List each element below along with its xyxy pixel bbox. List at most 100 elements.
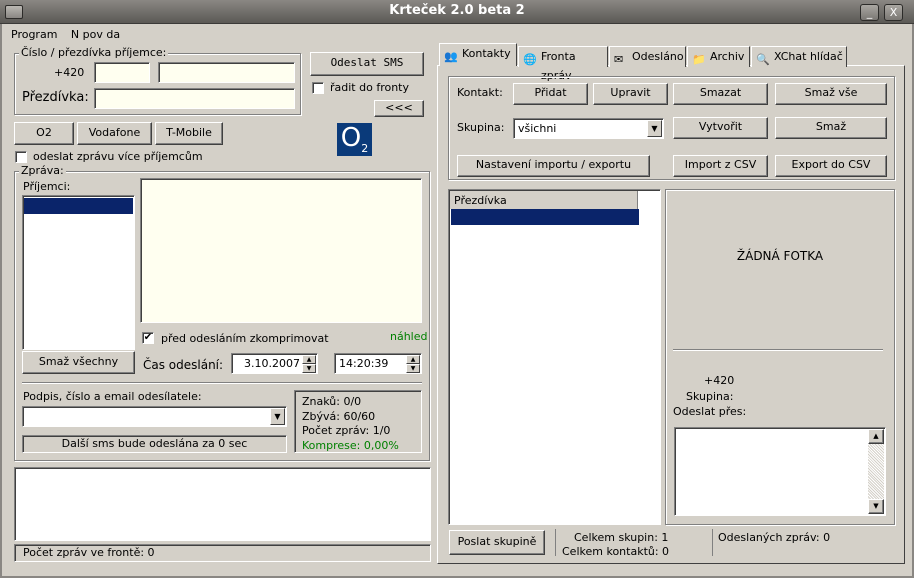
send-to-group-button[interactable]: Poslat skupině xyxy=(449,530,545,555)
remaining-count: Zbývá: 60/60 xyxy=(302,409,376,423)
app-icon[interactable] xyxy=(5,5,23,19)
nickname-input[interactable] xyxy=(94,88,295,109)
log-area[interactable] xyxy=(14,467,431,541)
close-button[interactable]: X xyxy=(884,4,903,21)
chars-count: Znaků: 0/0 xyxy=(302,395,362,408)
o2-logo: O2 xyxy=(337,123,372,156)
operator-o2-button[interactable]: O2 xyxy=(14,122,74,145)
scroll-down-icon[interactable]: ▼ xyxy=(868,499,884,514)
date-up-icon[interactable]: ▲ xyxy=(302,355,316,364)
divider xyxy=(22,382,422,384)
area-code-input[interactable] xyxy=(94,62,150,83)
list-item-selected[interactable] xyxy=(451,209,639,225)
collapse-button[interactable]: <<< xyxy=(374,100,424,117)
tab-archive[interactable]: 📁 Archiv xyxy=(687,46,750,67)
compression-ratio: Komprese: 0,00% xyxy=(302,438,399,452)
queue-checkbox[interactable] xyxy=(312,82,324,94)
time-picker[interactable]: 14:20:39 ▲ ▼ xyxy=(334,353,422,374)
add-contact-button[interactable]: Přidat xyxy=(513,83,588,105)
tab-label: XChat hlídač xyxy=(774,50,843,63)
tab-label: Kontakty xyxy=(462,47,511,60)
time-up-icon[interactable]: ▲ xyxy=(406,355,420,364)
edit-contact-button[interactable]: Upravit xyxy=(593,83,668,105)
minimize-button[interactable]: _ xyxy=(860,4,879,21)
send-sms-button[interactable]: Odeslat SMS xyxy=(310,52,424,76)
scrollbar[interactable]: ▲ ▼ xyxy=(868,429,884,514)
operator-tmobile-button[interactable]: T-Mobile xyxy=(155,122,223,145)
menu-help[interactable]: N pov da xyxy=(71,28,120,41)
status-divider xyxy=(555,529,556,556)
multi-recipient-checkbox[interactable] xyxy=(15,151,27,163)
sent-messages-count: Odeslaných zpráv: 0 xyxy=(718,531,831,544)
country-prefix: +420 xyxy=(54,66,85,79)
message-textarea[interactable] xyxy=(140,178,422,323)
stats-panel: Znaků: 0/0 Zbývá: 60/60 Počet zpráv: 1/0… xyxy=(294,390,422,453)
messages-count: Počet zpráv: 1/0 xyxy=(302,424,391,437)
signature-label: Podpis, číslo a email odesílatele: xyxy=(23,390,202,403)
clear-all-button[interactable]: Smaž všechny xyxy=(22,351,135,374)
window-title: Krteček 2.0 beta 2 xyxy=(389,3,525,18)
o2-logo-letter: O xyxy=(340,123,362,153)
message-legend: Zpráva: xyxy=(19,164,66,177)
next-sms-status: Další sms bude odeslána za 0 sec xyxy=(22,435,287,453)
menu-program[interactable]: Program xyxy=(11,28,57,41)
contact-label: Kontakt: xyxy=(457,86,503,99)
compress-label: před odesláním zkomprimovat xyxy=(161,332,329,345)
preview-link[interactable]: náhled xyxy=(390,330,428,343)
multi-recipient-label: odeslat zprávu více příjemcům xyxy=(33,150,203,163)
send-time-label: Čas odeslání: xyxy=(143,358,224,372)
export-csv-button[interactable]: Export do CSV xyxy=(775,155,887,177)
delete-contact-button[interactable]: Smazat xyxy=(673,83,768,105)
date-value: 3.10.2007 xyxy=(244,357,300,370)
detail-group-label: Skupina: xyxy=(686,390,734,403)
recipients-list[interactable] xyxy=(22,195,135,350)
time-down-icon[interactable]: ▼ xyxy=(406,364,420,373)
chevron-down-icon[interactable]: ▼ xyxy=(270,408,285,425)
delete-all-button[interactable]: Smaž vše xyxy=(775,83,887,105)
detail-prefix: +420 xyxy=(704,374,735,387)
phone-number-input[interactable] xyxy=(158,62,295,83)
group-dropdown[interactable]: všichni ▼ xyxy=(513,118,664,139)
o2-logo-sub: 2 xyxy=(361,142,369,155)
magnifier-icon: 🔍 xyxy=(756,53,770,66)
archive-icon: 📁 xyxy=(692,53,706,66)
status-divider xyxy=(712,529,713,556)
create-group-button[interactable]: Vytvořit xyxy=(673,117,768,139)
queue-status-bar: Počet zpráv ve frontě: 0 xyxy=(14,544,431,562)
list-header-nickname[interactable]: Přezdívka xyxy=(450,191,638,209)
recipients-label: Příjemci: xyxy=(23,180,71,193)
chevron-down-icon[interactable]: ▼ xyxy=(647,120,662,137)
tab-contacts[interactable]: 👥 Kontakty xyxy=(439,43,517,66)
queue-checkbox-label: řadit do fronty xyxy=(330,81,409,94)
group-value: všichni xyxy=(518,122,557,135)
nickname-label: Přezdívka: xyxy=(22,90,89,105)
tab-sent[interactable]: ✉ Odesláno xyxy=(609,46,686,67)
no-photo-text: ŽÁDNÁ FOTKA xyxy=(736,249,824,263)
title-bar[interactable]: Krteček 2.0 beta 2 _ X xyxy=(0,0,914,24)
tray-icon: ✉ xyxy=(614,53,624,66)
contacts-list[interactable]: Přezdívka xyxy=(448,189,661,525)
tab-queue[interactable]: 🌐 Fronta zpráv xyxy=(518,46,608,82)
contact-notes[interactable]: ▲ ▼ xyxy=(674,427,886,516)
detail-send-via-label: Odeslat přes: xyxy=(673,405,747,418)
import-csv-button[interactable]: Import z CSV xyxy=(673,155,768,177)
time-value: 14:20:39 xyxy=(339,357,389,370)
tab-xchat[interactable]: 🔍 XChat hlídač xyxy=(751,46,847,67)
globe-icon: 🌐 xyxy=(523,53,537,66)
signature-dropdown[interactable]: ▼ xyxy=(22,406,287,427)
scroll-up-icon[interactable]: ▲ xyxy=(868,429,884,444)
tab-label: Odesláno xyxy=(632,50,684,63)
total-groups: Celkem skupin: 1 xyxy=(574,531,669,544)
date-down-icon[interactable]: ▼ xyxy=(302,364,316,373)
total-contacts: Celkem kontaktů: 0 xyxy=(562,545,670,558)
list-item-selected[interactable] xyxy=(24,198,133,214)
recipient-legend: Číslo / přezdívka příjemce: xyxy=(19,46,169,59)
menu-bar: Program N pov da xyxy=(11,28,130,41)
operator-vodafone-button[interactable]: Vodafone xyxy=(77,122,152,145)
import-export-settings-button[interactable]: Nastavení importu / exportu xyxy=(457,155,650,177)
date-picker[interactable]: 3.10.2007 ▲ ▼ xyxy=(231,353,318,374)
delete-group-button[interactable]: Smaž xyxy=(775,117,887,139)
compress-checkbox[interactable]: ✔ xyxy=(142,332,154,344)
group-label: Skupina: xyxy=(457,121,505,134)
people-icon: 👥 xyxy=(444,50,458,63)
